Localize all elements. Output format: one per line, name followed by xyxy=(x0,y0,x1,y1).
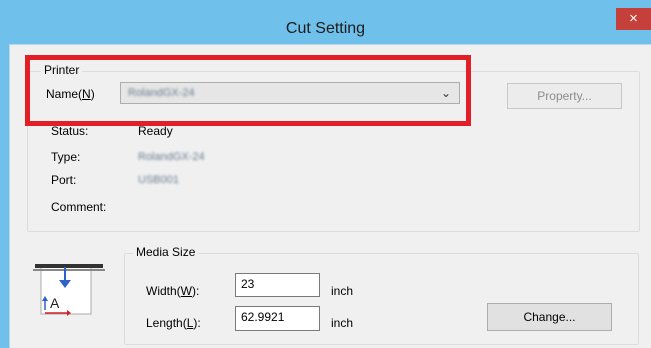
chevron-down-icon: ⌄ xyxy=(440,86,451,100)
width-label: Width(W): xyxy=(146,284,200,298)
length-field[interactable]: 62.9921 xyxy=(235,306,320,331)
length-unit: inch xyxy=(331,316,354,330)
printer-name-label: Name(N) xyxy=(46,87,95,101)
type-label: Type: xyxy=(51,150,81,164)
media-size-group xyxy=(124,253,639,345)
port-label: Port: xyxy=(51,173,77,187)
cut-setting-window: Cut Setting × Printer Name(N) RolandGX-2… xyxy=(0,0,651,348)
width-unit: inch xyxy=(331,284,354,298)
printer-name-dropdown[interactable]: RolandGX-24 ⌄ xyxy=(120,82,460,104)
close-icon: × xyxy=(629,10,638,27)
media-size-group-label: Media Size xyxy=(133,245,199,259)
status-label: Status: xyxy=(51,124,89,138)
property-button[interactable]: Property... xyxy=(507,83,622,109)
title-bar: Cut Setting xyxy=(0,0,651,44)
type-value: RolandGX-24 xyxy=(138,151,205,163)
media-size-icon: A xyxy=(33,264,105,316)
length-label: Length(L): xyxy=(146,316,201,330)
printer-group-label: Printer xyxy=(41,63,83,77)
change-button[interactable]: Change... xyxy=(487,303,612,331)
printer-name-value: RolandGX-24 xyxy=(128,87,195,99)
svg-text:A: A xyxy=(50,295,60,311)
port-value: USB001 xyxy=(138,174,179,186)
comment-label: Comment: xyxy=(51,200,107,214)
status-value: Ready xyxy=(138,124,173,138)
width-field[interactable]: 23 xyxy=(235,273,320,297)
close-button[interactable]: × xyxy=(616,8,651,30)
window-title: Cut Setting xyxy=(285,20,366,37)
